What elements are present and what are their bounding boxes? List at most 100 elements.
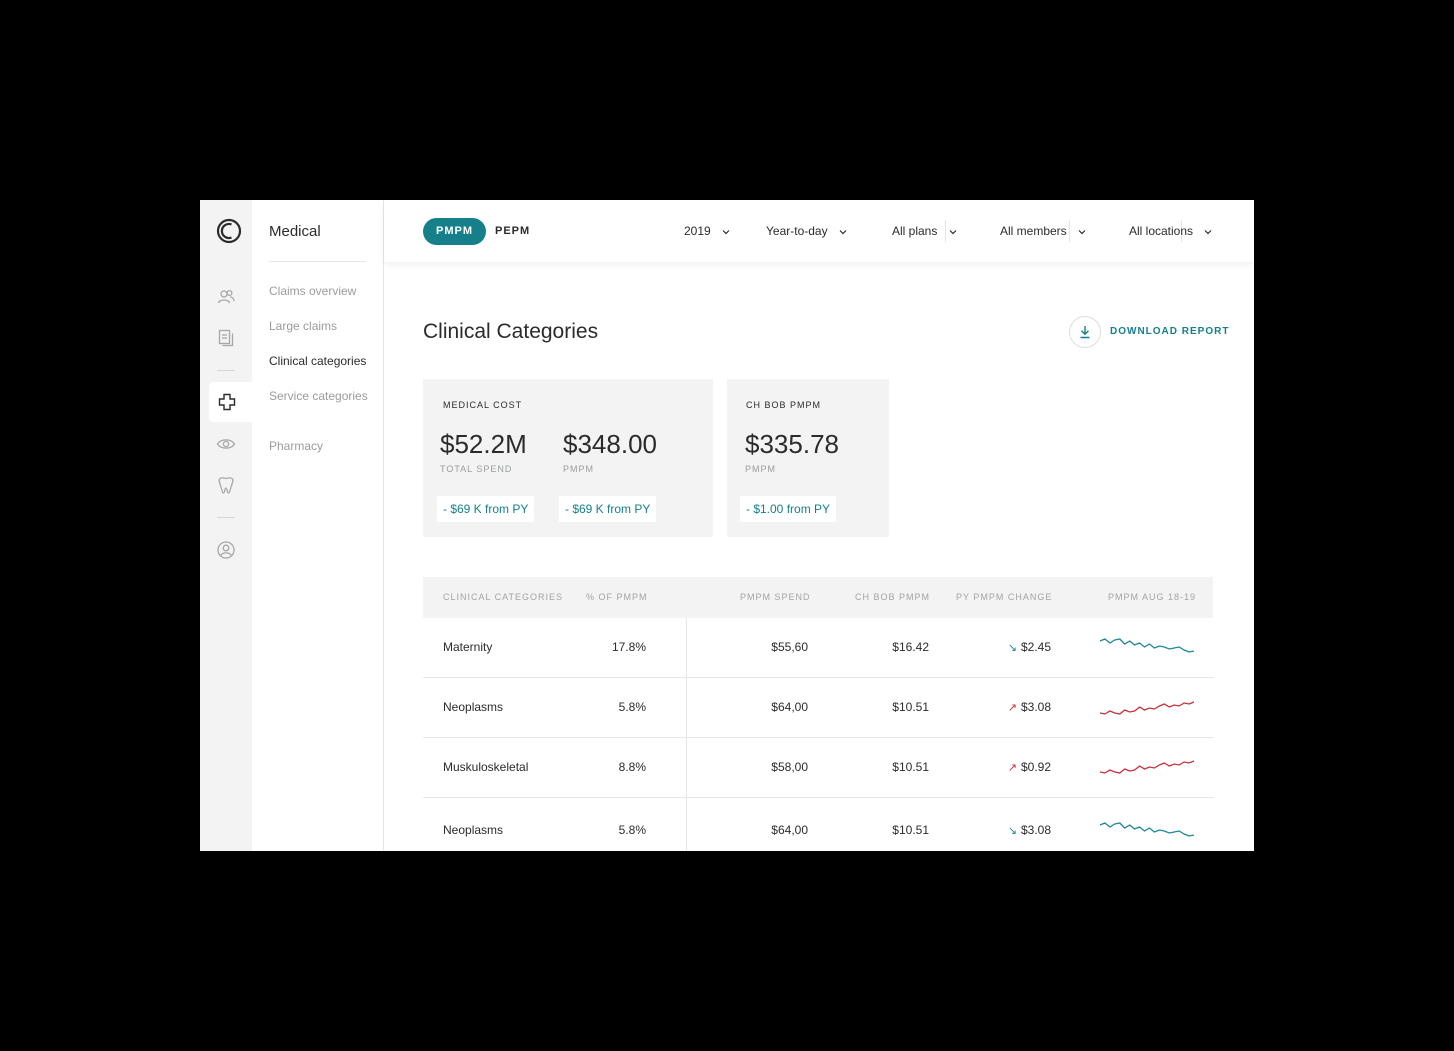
section-divider	[269, 261, 366, 262]
cell-spend: $64,00	[771, 700, 808, 714]
table-row[interactable]: Maternity 17.8% $55,60 $16.42 ↘ $2.45	[423, 618, 1214, 678]
pepm-toggle[interactable]: PEPM	[495, 218, 530, 245]
cell-change-value: $3.08	[1020, 700, 1051, 714]
column-header-category[interactable]: CLINICAL CATEGORIES	[443, 577, 563, 618]
cell-pct: 5.8%	[618, 700, 646, 714]
cell-category: Maternity	[443, 640, 493, 654]
rail-divider	[217, 370, 235, 371]
metric-value: $335.78	[745, 429, 839, 459]
column-header-chbob[interactable]: CH BOB PMPM	[855, 577, 930, 618]
column-header-change[interactable]: PY PMPM CHANGE	[956, 577, 1052, 618]
delta-badge: - $1.00 from PY	[740, 496, 837, 522]
cell-change: ↘ $2.45	[963, 618, 1051, 677]
sparkline-path	[1100, 638, 1194, 653]
locations-dropdown-label: All locations	[1129, 224, 1194, 238]
cell-pct: 17.8%	[611, 640, 646, 654]
total-spend-metric: $52.2M TOTAL SPEND	[440, 429, 527, 474]
nav-item-service-categories[interactable]: Service categories	[269, 389, 374, 404]
metric-value: $52.2M	[440, 429, 527, 459]
icon-rail	[200, 200, 252, 851]
arrow-down-right-icon: ↘	[1007, 642, 1017, 654]
year-dropdown-label: 2019	[684, 224, 711, 238]
user-profile-icon[interactable]	[216, 540, 236, 560]
cell-change-value: $3.08	[1020, 823, 1051, 837]
cell-pct: 8.8%	[618, 760, 646, 774]
card-caption: MEDICAL COST	[443, 400, 523, 410]
arrow-down-right-icon: ↘	[1007, 825, 1017, 837]
card-caption: CH BOB PMPM	[746, 400, 822, 410]
logo-icon[interactable]	[216, 218, 242, 244]
pmpm-toggle[interactable]: PMPM	[423, 218, 486, 245]
download-icon	[1080, 326, 1090, 339]
chevron-down-icon	[1078, 229, 1086, 235]
cell-change: ↗ $3.08	[963, 678, 1051, 737]
sparkline-chart	[1100, 638, 1194, 653]
cell-change-value: $0.92	[1020, 760, 1051, 774]
eye-icon[interactable]	[216, 434, 236, 454]
cell-category: Neoplasms	[443, 700, 504, 714]
sparkline-chart	[1100, 822, 1194, 837]
download-report-link[interactable]: DOWNLOAD REPORT	[1110, 326, 1229, 337]
cell-pct: 5.8%	[618, 823, 646, 837]
metric-label: PMPM	[563, 464, 594, 474]
sparkline-path	[1100, 701, 1194, 715]
members-dropdown[interactable]: All members	[1000, 218, 1086, 245]
plans-dropdown[interactable]: All plans	[892, 218, 957, 245]
main-content: Clinical Categories DOWNLOAD REPORT MEDI…	[384, 262, 1254, 851]
column-header-spend[interactable]: PMPM SPEND	[740, 577, 811, 618]
column-header-trend[interactable]: PMPM AUG 18-19	[1108, 577, 1196, 618]
delta-badge: - $69 K from PY	[437, 496, 535, 522]
tooth-icon[interactable]	[216, 475, 236, 495]
cell-chbob: $10.51	[892, 700, 929, 714]
members-dropdown-label: All members	[1000, 224, 1067, 238]
chevron-down-icon	[722, 229, 730, 235]
people-icon[interactable]	[216, 287, 236, 307]
cell-chbob: $10.51	[892, 823, 929, 837]
cell-chbob: $16.42	[892, 640, 929, 654]
arrow-up-right-icon: ↗	[1007, 762, 1017, 774]
app-window: Medical Claims overview Large claims Cli…	[200, 200, 1254, 851]
nav-item-claims-overview[interactable]: Claims overview	[269, 284, 374, 299]
sparkline-path	[1100, 822, 1194, 837]
cell-change: ↘ $3.08	[963, 801, 1051, 851]
download-button[interactable]	[1069, 316, 1101, 348]
nav-item-large-claims[interactable]: Large claims	[269, 319, 374, 334]
plans-dropdown-label: All plans	[892, 224, 938, 238]
cell-chbob: $10.51	[892, 760, 929, 774]
cell-change-value: $2.45	[1020, 640, 1051, 654]
table-row[interactable]: Neoplasms 5.8% $64,00 $10.51 ↘ $3.08	[423, 798, 1214, 851]
arrow-up-right-icon: ↗	[1007, 702, 1017, 714]
table-row[interactable]: Muskuloskeletal 8.8% $58,00 $10.51 ↗ $0.9…	[423, 738, 1214, 798]
ch-bob-pmpm-card: CH BOB PMPM $335.78 PMPM - $1.00 from PY	[727, 379, 889, 537]
nav-item-clinical-categories[interactable]: Clinical categories	[269, 354, 374, 369]
sparkline-chart	[1100, 760, 1194, 774]
table-header: CLINICAL CATEGORIES % OF PMPM PMPM SPEND…	[423, 577, 1213, 618]
cell-spend: $58,00	[771, 760, 808, 774]
sparkline-path	[1100, 760, 1194, 774]
metric-label: PMPM	[745, 464, 776, 474]
nav-item-pharmacy[interactable]: Pharmacy	[269, 439, 374, 454]
chevron-down-icon	[1204, 229, 1212, 235]
cell-category: Muskuloskeletal	[443, 760, 529, 774]
cell-spend: $55,60	[771, 640, 808, 654]
period-dropdown-label: Year-to-day	[766, 224, 828, 238]
documents-icon[interactable]	[216, 328, 236, 348]
period-dropdown[interactable]: Year-to-day	[766, 218, 847, 245]
rail-divider	[217, 517, 235, 518]
ch-bob-metric: $335.78 PMPM	[745, 429, 839, 474]
filter-bar: PMPM PEPM 2019 Year-to-day All plans All…	[384, 200, 1254, 262]
delta-badge: - $69 K from PY	[559, 496, 657, 522]
locations-dropdown[interactable]: All locations	[1129, 218, 1212, 245]
column-header-pct[interactable]: % OF PMPM	[586, 577, 648, 618]
metric-label: TOTAL SPEND	[440, 464, 513, 474]
section-nav: Medical Claims overview Large claims Cli…	[252, 200, 384, 851]
chevron-down-icon	[949, 229, 957, 235]
year-dropdown[interactable]: 2019	[684, 218, 730, 245]
cell-category: Neoplasms	[443, 823, 504, 837]
metric-value: $348.00	[563, 429, 657, 459]
medical-cost-card: MEDICAL COST $52.2M TOTAL SPEND $348.00 …	[423, 379, 713, 537]
table-row[interactable]: Neoplasms 5.8% $64,00 $10.51 ↗ $3.08	[423, 678, 1214, 738]
medical-cross-icon[interactable]	[217, 392, 237, 412]
section-title: Medical	[269, 223, 321, 240]
cell-spend: $64,00	[771, 823, 808, 837]
